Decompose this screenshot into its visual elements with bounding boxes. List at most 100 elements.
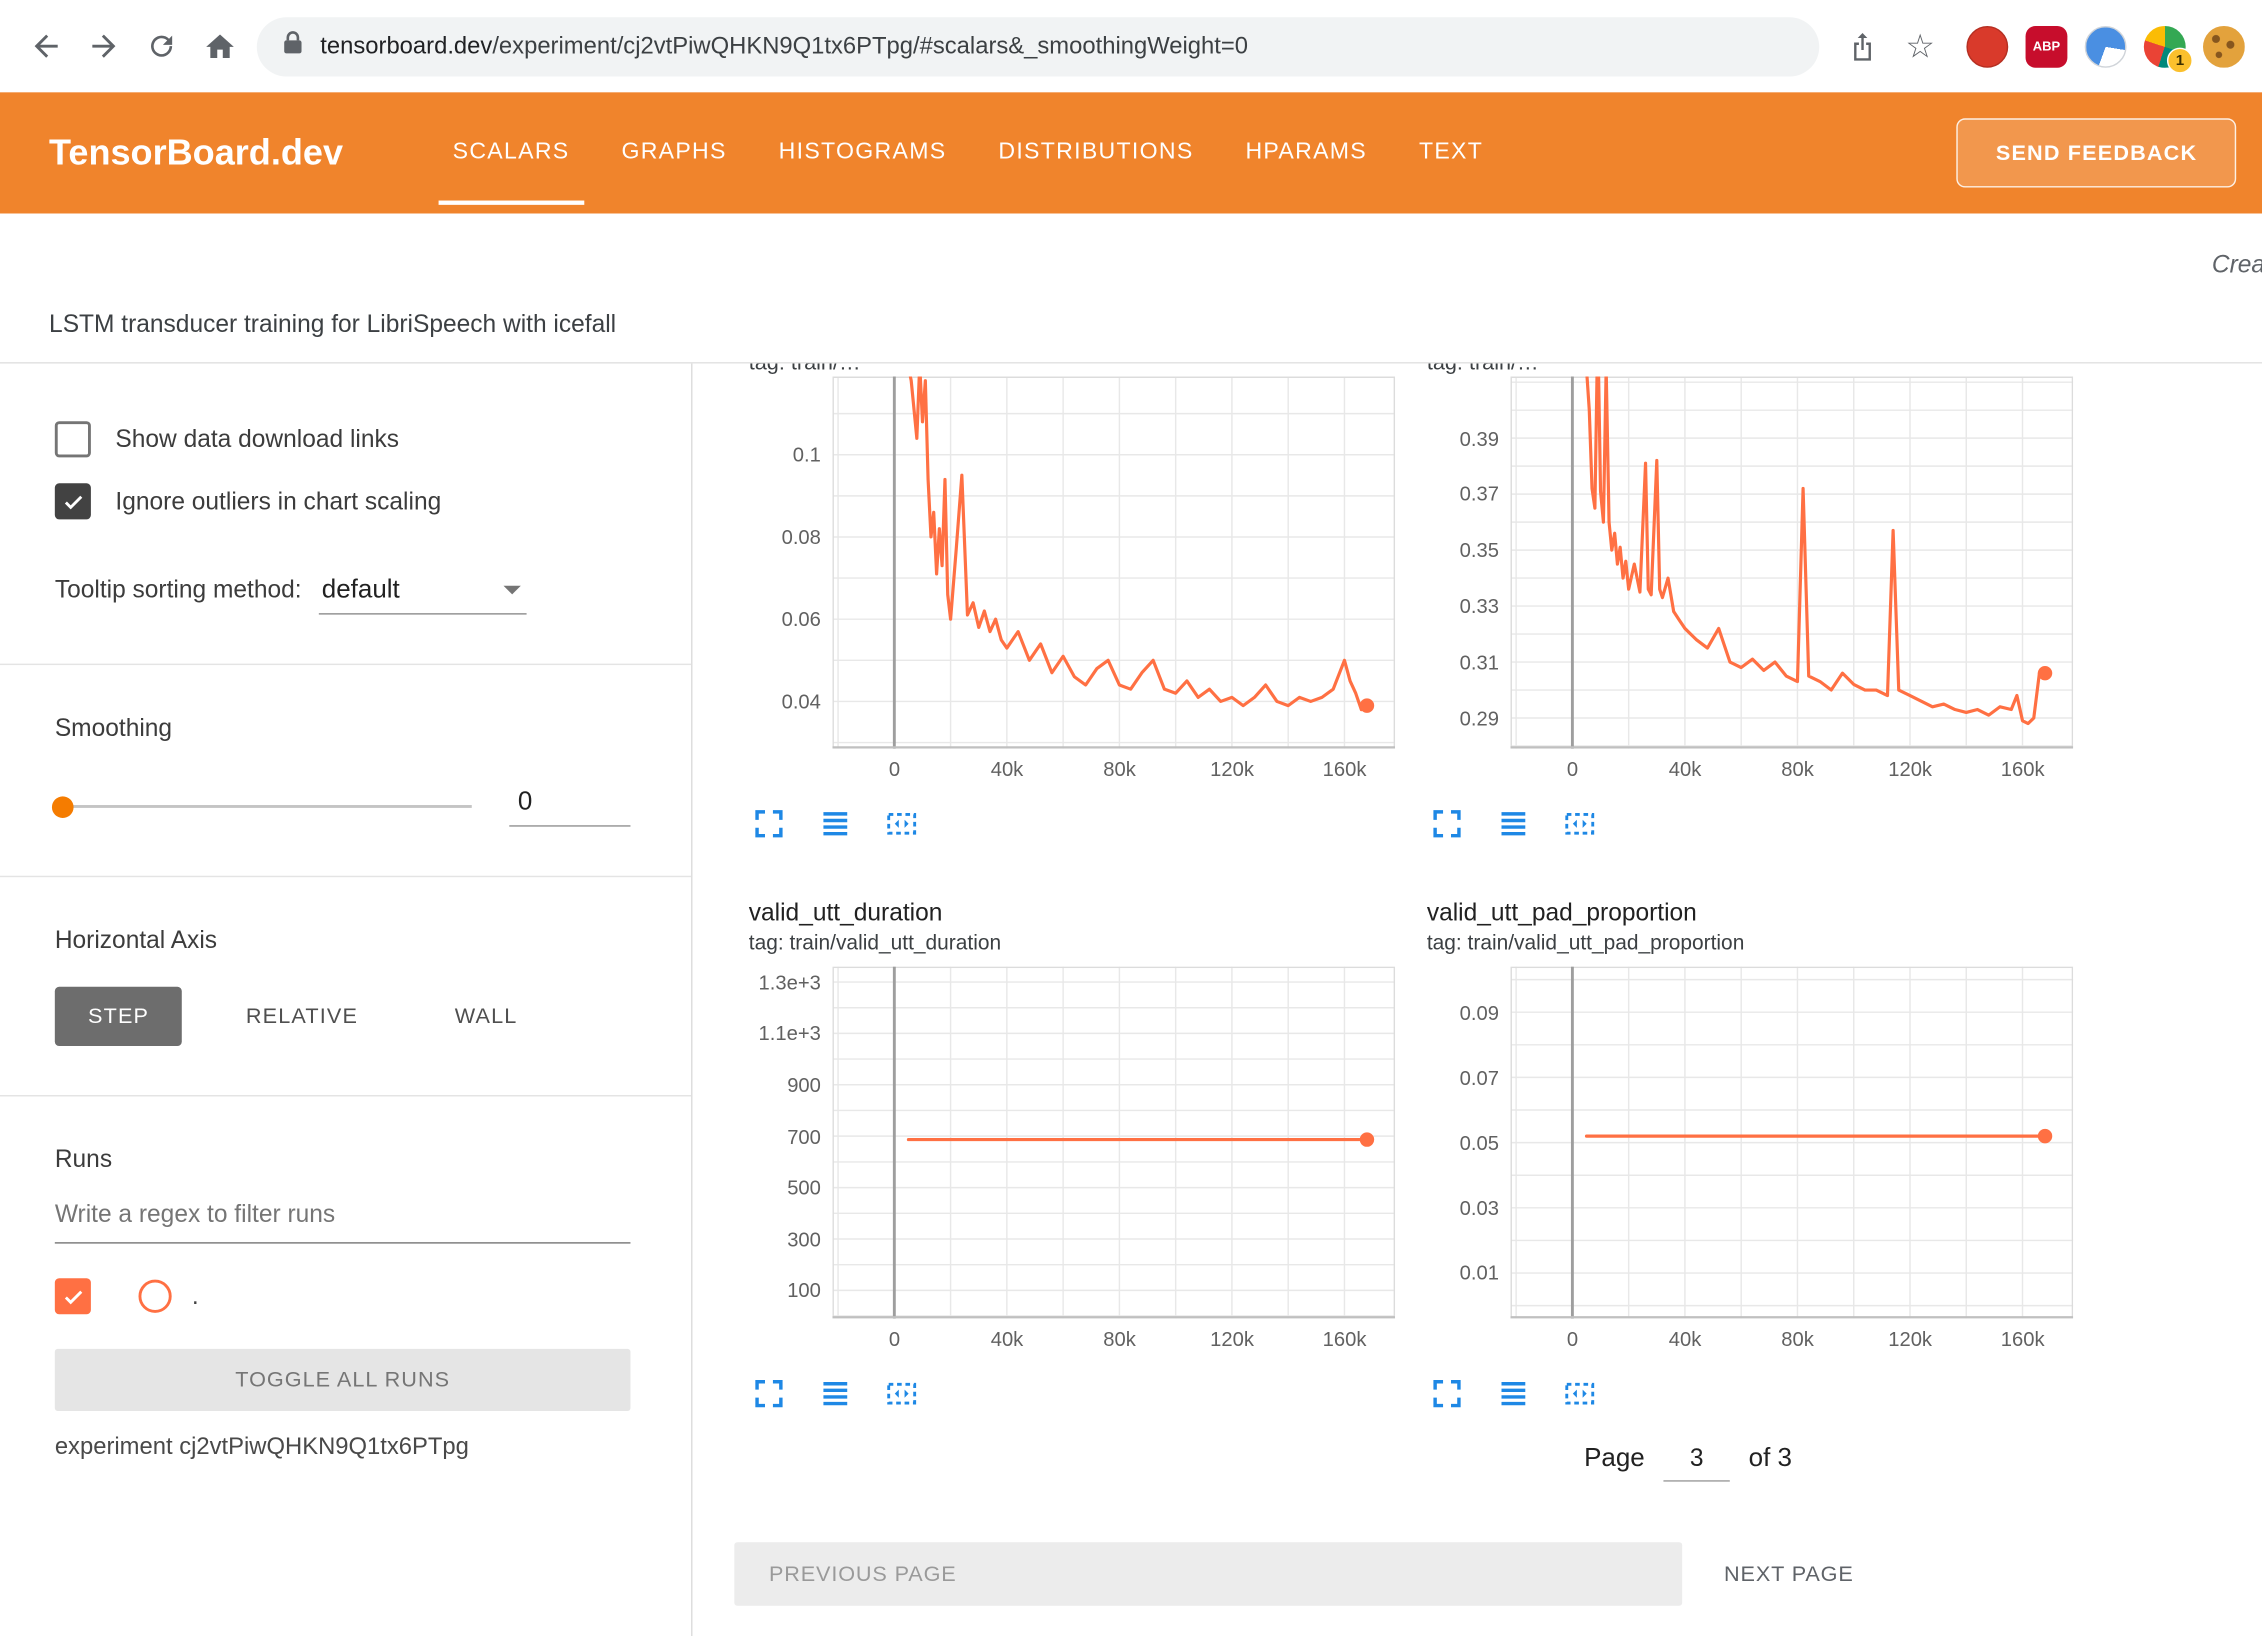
send-feedback-button[interactable]: SEND FEEDBACK	[1957, 118, 2236, 187]
home-icon	[203, 30, 236, 63]
tab-graphs[interactable]: GRAPHS	[621, 92, 726, 213]
chart-tag: tag: train/valid_utt_duration	[749, 929, 1394, 958]
scalar-chart[interactable]: 0.010.030.050.070.09	[1427, 967, 2072, 1319]
y-tick-label: 0.35	[1427, 537, 1499, 563]
back-button[interactable]	[17, 17, 75, 75]
data-table-icon[interactable]	[1496, 1376, 1531, 1411]
forward-button[interactable]	[75, 17, 133, 75]
y-tick-label: 0.03	[1427, 1195, 1499, 1221]
tooltip-sorting-dropdown[interactable]: default	[319, 574, 527, 614]
next-page-button[interactable]: NEXT PAGE	[1715, 1542, 1862, 1605]
x-tick-label: 80k	[1083, 1327, 1155, 1350]
tab-histograms[interactable]: HISTOGRAMS	[779, 92, 947, 213]
fit-domain-icon[interactable]	[884, 806, 919, 841]
tab-hparams[interactable]: HPARAMS	[1245, 92, 1367, 213]
data-table-icon[interactable]	[1496, 806, 1531, 841]
chart-title: valid_utt_duration	[749, 897, 1394, 929]
scalar-chart-svg[interactable]	[1511, 967, 2074, 1319]
chevron-down-icon	[504, 585, 521, 594]
pagination: Page of 3	[1584, 1443, 1792, 1482]
y-axis: 0.290.310.330.350.370.39	[1427, 377, 1511, 749]
data-table-icon[interactable]	[818, 806, 853, 841]
nav-tabs: SCALARS GRAPHS HISTOGRAMS DISTRIBUTIONS …	[453, 92, 1483, 213]
x-axis: 040k80k120k160k	[1427, 749, 2072, 787]
run-checkbox[interactable]	[55, 1278, 91, 1314]
tab-distributions[interactable]: DISTRIBUTIONS	[998, 92, 1193, 213]
ignore-outliers-checkbox[interactable]	[55, 483, 91, 519]
page-number-input[interactable]	[1664, 1444, 1730, 1482]
created-text-partial: Crea	[2212, 251, 2262, 280]
fullscreen-icon[interactable]	[752, 1376, 787, 1411]
scalar-chart-svg[interactable]	[832, 967, 1395, 1319]
chart-card: tag: train/… 0.040.060.080.1 040k80k120k…	[749, 364, 1394, 842]
chart-card: tag: train/… 0.290.310.330.350.370.39 04…	[1427, 364, 2072, 842]
smoothing-slider-thumb[interactable]	[52, 796, 74, 818]
extension-abp-icon[interactable]: ABP	[2026, 25, 2068, 67]
tab-text[interactable]: TEXT	[1419, 92, 1483, 213]
y-tick-label: 500	[749, 1174, 821, 1200]
axis-relative-button[interactable]: RELATIVE	[213, 987, 392, 1046]
x-axis: 040k80k120k160k	[1427, 1319, 2072, 1357]
x-tick-label: 80k	[1083, 757, 1155, 780]
fullscreen-icon[interactable]	[752, 806, 787, 841]
runs-label: Runs	[55, 1146, 631, 1175]
axis-step-button[interactable]: STEP	[55, 987, 183, 1046]
fullscreen-icon[interactable]	[1430, 1376, 1465, 1411]
extension-misc-icon[interactable]	[2085, 25, 2127, 67]
show-download-links-label: Show data download links	[115, 425, 399, 454]
run-row: .	[55, 1278, 631, 1314]
x-tick-label: 120k	[1196, 757, 1268, 780]
x-tick-label: 160k	[1309, 757, 1381, 780]
tensorboard-header: TensorBoard.dev SCALARS GRAPHS HISTOGRAM…	[0, 92, 2262, 213]
toggle-all-runs-button[interactable]: TOGGLE ALL RUNS	[55, 1349, 631, 1411]
ssl-lock-icon[interactable]	[283, 30, 303, 62]
home-button[interactable]	[190, 17, 248, 75]
scalar-chart[interactable]: 0.040.060.080.1	[749, 377, 1394, 749]
tooltip-sorting-label: Tooltip sorting method:	[55, 576, 302, 605]
share-button[interactable]	[1834, 17, 1892, 75]
browser-toolbar: tensorboard.dev/experiment/cj2vtPiwQHKN9…	[0, 0, 2262, 92]
chart-tag-clipped: tag: train/…	[749, 364, 1394, 377]
fit-domain-icon[interactable]	[1562, 806, 1597, 841]
share-icon	[1848, 30, 1877, 62]
smoothing-slider[interactable]	[55, 805, 472, 808]
chart-actions	[1427, 1376, 2072, 1411]
y-tick-label: 0.04	[749, 688, 821, 714]
chart-actions	[1427, 806, 2072, 841]
show-download-links-checkbox[interactable]	[55, 421, 91, 457]
runs-filter-input[interactable]	[55, 1200, 631, 1243]
smoothing-value-input[interactable]	[509, 786, 630, 826]
extension-cookie-icon[interactable]	[2203, 25, 2245, 67]
run-color-circle-icon[interactable]	[138, 1280, 171, 1313]
x-axis: 040k80k120k160k	[749, 749, 1394, 787]
x-tick-label: 0	[858, 757, 930, 780]
toolbar-right: ☆ ABP 1	[1834, 17, 2245, 75]
reload-button[interactable]	[133, 17, 191, 75]
extension-adblock-icon[interactable]	[1966, 25, 2008, 67]
chart-card: valid_utt_pad_proportion tag: train/vali…	[1427, 897, 2072, 1411]
page-label: Page	[1584, 1443, 1645, 1473]
chart-actions	[749, 1376, 1394, 1411]
fit-domain-icon[interactable]	[884, 1376, 919, 1411]
scalar-chart[interactable]: 0.290.310.330.350.370.39	[1427, 377, 2072, 749]
tab-scalars[interactable]: SCALARS	[453, 92, 570, 213]
brand-logo[interactable]: TensorBoard.dev	[49, 132, 343, 174]
y-tick-label: 300	[749, 1226, 821, 1252]
settings-sidebar: Show data download links Ignore outliers…	[0, 364, 692, 1636]
x-tick-label: 120k	[1874, 757, 1946, 780]
y-axis: 0.010.030.050.070.09	[1427, 967, 1511, 1319]
bookmark-button[interactable]: ☆	[1891, 17, 1949, 75]
profile-avatar[interactable]: 1	[2144, 25, 2186, 67]
chart-actions	[749, 806, 1394, 841]
address-bar[interactable]: tensorboard.dev/experiment/cj2vtPiwQHKN9…	[257, 17, 1819, 76]
axis-wall-button[interactable]: WALL	[422, 987, 551, 1046]
x-tick-label: 40k	[1649, 1327, 1721, 1350]
scalar-chart-svg[interactable]	[1511, 377, 2074, 749]
fullscreen-icon[interactable]	[1430, 806, 1465, 841]
fit-domain-icon[interactable]	[1562, 1376, 1597, 1411]
avatar-badge: 1	[2167, 47, 2193, 73]
scalar-chart[interactable]: 1003005007009001.1e+31.3e+3	[749, 967, 1394, 1319]
data-table-icon[interactable]	[818, 1376, 853, 1411]
scalar-chart-svg[interactable]	[832, 377, 1395, 749]
previous-page-button[interactable]: PREVIOUS PAGE	[734, 1542, 1682, 1605]
